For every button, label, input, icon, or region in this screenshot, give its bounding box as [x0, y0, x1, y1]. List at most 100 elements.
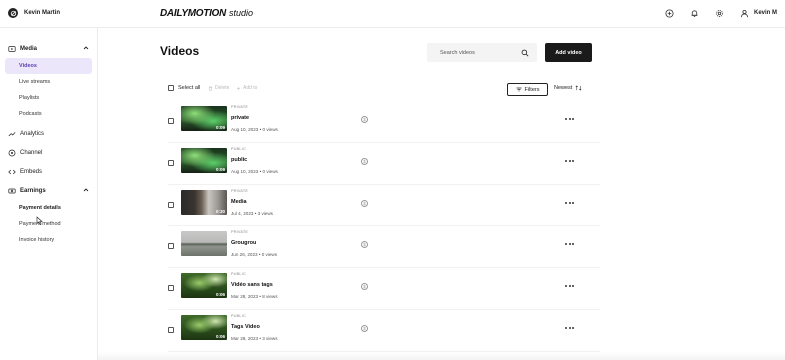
sidebar-group-earnings[interactable]: Earnings — [0, 181, 97, 200]
sort-dropdown[interactable]: Newest — [554, 85, 582, 91]
video-list: 0:09 PRIVATE private Aug 10, 2023 • 0 vi… — [168, 101, 600, 352]
table-row[interactable]: 0:06 PUBLIC Tags Video Mar 28, 2023 • 3 … — [168, 310, 600, 352]
row-checkbox[interactable] — [168, 201, 174, 208]
video-visibility: PRIVATE — [231, 188, 249, 193]
video-thumbnail[interactable]: 0:30 — [181, 189, 227, 215]
delete-label: Delete — [215, 85, 230, 91]
table-row[interactable]: 0:09 PRIVATE private Aug 10, 2023 • 0 vi… — [168, 101, 600, 143]
sidebar-item-payment-method[interactable]: Payment method — [5, 216, 92, 232]
sidebar-item-live-streams[interactable]: Live streams — [5, 74, 92, 90]
video-visibility: PRIVATE — [231, 230, 249, 235]
more-options-icon[interactable] — [565, 117, 575, 121]
user-name: Kevin Martin — [24, 10, 61, 16]
sidebar-item-analytics[interactable]: Analytics — [0, 124, 97, 143]
select-all-label: Select all — [178, 85, 201, 91]
page-title: Videos — [160, 44, 200, 58]
row-checkbox[interactable] — [168, 243, 174, 250]
top-bar: Kevin Martin DAILYMOTION studio Kevin M — [0, 0, 785, 28]
filters-label: Filters — [524, 86, 540, 93]
more-options-icon[interactable] — [565, 159, 575, 163]
scroll-fade — [98, 352, 785, 360]
brand-logo[interactable]: DAILYMOTION studio — [160, 8, 253, 19]
list-toolbar: Select all Delete Add to Filters Newest — [168, 83, 598, 97]
user-switcher[interactable]: Kevin Martin — [8, 8, 60, 18]
video-thumbnail[interactable]: 0:09 — [181, 147, 227, 173]
channel-icon — [7, 148, 16, 157]
sidebar-group-media[interactable]: Media — [0, 39, 97, 58]
user-icon — [740, 8, 750, 18]
monetization-icon: $ — [361, 116, 368, 123]
monetization-icon: $ — [361, 157, 368, 165]
delete-button[interactable]: Delete — [208, 85, 229, 91]
more-options-icon[interactable] — [565, 284, 575, 288]
sidebar-item-playlists[interactable]: Playlists — [5, 90, 92, 106]
monetization-icon: $ — [361, 283, 368, 291]
video-meta: Jul 4, 2023 • 3 views — [231, 210, 273, 216]
search-box[interactable] — [427, 43, 537, 62]
search-input[interactable] — [440, 49, 520, 56]
filters-button[interactable]: Filters — [507, 83, 548, 96]
notification-bell-icon[interactable] — [690, 8, 700, 18]
monetization-icon: $ — [361, 199, 368, 207]
video-visibility: PRIVATE — [231, 105, 249, 109]
add-circle-icon[interactable] — [665, 8, 675, 18]
video-visibility: PUBLIC — [231, 146, 246, 151]
sidebar-group-label: Media — [20, 45, 38, 52]
sidebar: Media Videos Live streams Playlists Podc… — [0, 28, 98, 360]
code-icon — [7, 167, 16, 176]
select-all-checkbox[interactable] — [168, 85, 174, 91]
table-row[interactable]: 0:09 PUBLIC public Aug 10, 2023 • 0 view… — [168, 143, 600, 185]
video-title[interactable]: Tags Video — [231, 324, 260, 330]
row-checkbox[interactable] — [168, 118, 174, 124]
brand-logo-text: DAILYMOTION — [160, 8, 226, 19]
more-options-icon[interactable] — [565, 242, 575, 246]
mouse-cursor-icon — [36, 216, 43, 225]
sidebar-item-channel[interactable]: Channel — [0, 143, 97, 162]
video-title[interactable]: Vidéo sans tags — [231, 282, 273, 288]
account-menu[interactable]: Kevin M — [740, 8, 777, 18]
table-row[interactable]: PRIVATE Grougrou Jun 26, 2023 • 0 views … — [168, 226, 600, 269]
add-video-button[interactable]: Add video — [545, 43, 592, 62]
video-meta: Jun 26, 2023 • 0 views — [231, 252, 278, 258]
sidebar-item-payment-details[interactable]: Payment details — [5, 200, 92, 216]
select-all[interactable]: Select all — [168, 85, 200, 91]
video-title[interactable]: private — [231, 115, 249, 121]
video-title[interactable]: public — [231, 157, 247, 163]
dollar-icon — [7, 186, 16, 195]
table-row[interactable]: 0:06 PUBLIC Vidéo sans tags Mar 28, 2023… — [168, 268, 600, 310]
monetization-icon: $ — [361, 241, 368, 249]
search-icon[interactable] — [521, 49, 529, 57]
sidebar-item-invoice-history[interactable]: Invoice history — [5, 232, 92, 248]
more-options-icon[interactable] — [565, 326, 575, 330]
brand-logo-suffix: studio — [228, 8, 253, 18]
monetization-icon: $ — [361, 324, 368, 332]
sidebar-item-videos[interactable]: Videos — [5, 58, 92, 74]
chevron-up-icon — [83, 46, 89, 50]
video-thumbnail[interactable]: 0:09 — [181, 106, 227, 131]
media-icon — [7, 44, 16, 53]
row-checkbox[interactable] — [168, 159, 174, 166]
video-duration: 0:09 — [215, 166, 225, 172]
more-options-icon[interactable] — [565, 201, 575, 205]
video-visibility: PUBLIC — [231, 313, 246, 318]
add-to-icon — [236, 86, 241, 90]
video-title[interactable]: Media — [231, 199, 247, 205]
video-meta: Aug 10, 2023 • 0 views — [231, 127, 278, 132]
video-duration: 0:09 — [215, 125, 225, 130]
table-row[interactable]: 0:30 PRIVATE Media Jul 4, 2023 • 3 views… — [168, 185, 600, 227]
sidebar-item-embeds[interactable]: Embeds — [0, 162, 97, 181]
gear-icon[interactable] — [715, 8, 725, 18]
video-thumbnail[interactable] — [181, 231, 227, 257]
row-checkbox[interactable] — [168, 285, 174, 292]
sidebar-item-podcasts[interactable]: Podcasts — [5, 106, 92, 122]
video-thumbnail[interactable]: 0:06 — [181, 314, 227, 340]
user-avatar-icon — [10, 10, 16, 16]
video-meta: Aug 10, 2023 • 0 views — [231, 168, 278, 174]
video-meta: Mar 28, 2023 • 8 views — [231, 294, 278, 300]
video-duration: 0:06 — [215, 292, 225, 298]
video-meta: Mar 28, 2023 • 3 views — [231, 335, 278, 341]
row-checkbox[interactable] — [168, 326, 174, 333]
add-to-button[interactable]: Add to — [236, 85, 257, 91]
video-title[interactable]: Grougrou — [231, 240, 256, 246]
video-thumbnail[interactable]: 0:06 — [181, 273, 227, 299]
